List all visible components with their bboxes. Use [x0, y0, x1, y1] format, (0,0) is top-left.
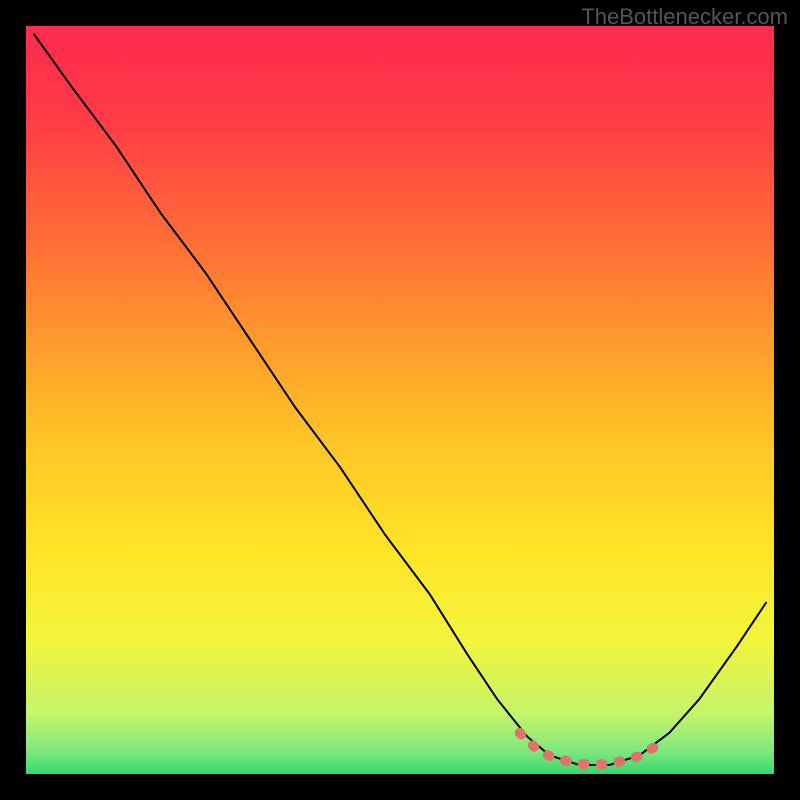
chart-frame — [26, 26, 774, 774]
chart-canvas — [26, 26, 774, 774]
chart-background — [26, 26, 774, 774]
watermark-label: TheBottlenecker.com — [581, 4, 788, 30]
